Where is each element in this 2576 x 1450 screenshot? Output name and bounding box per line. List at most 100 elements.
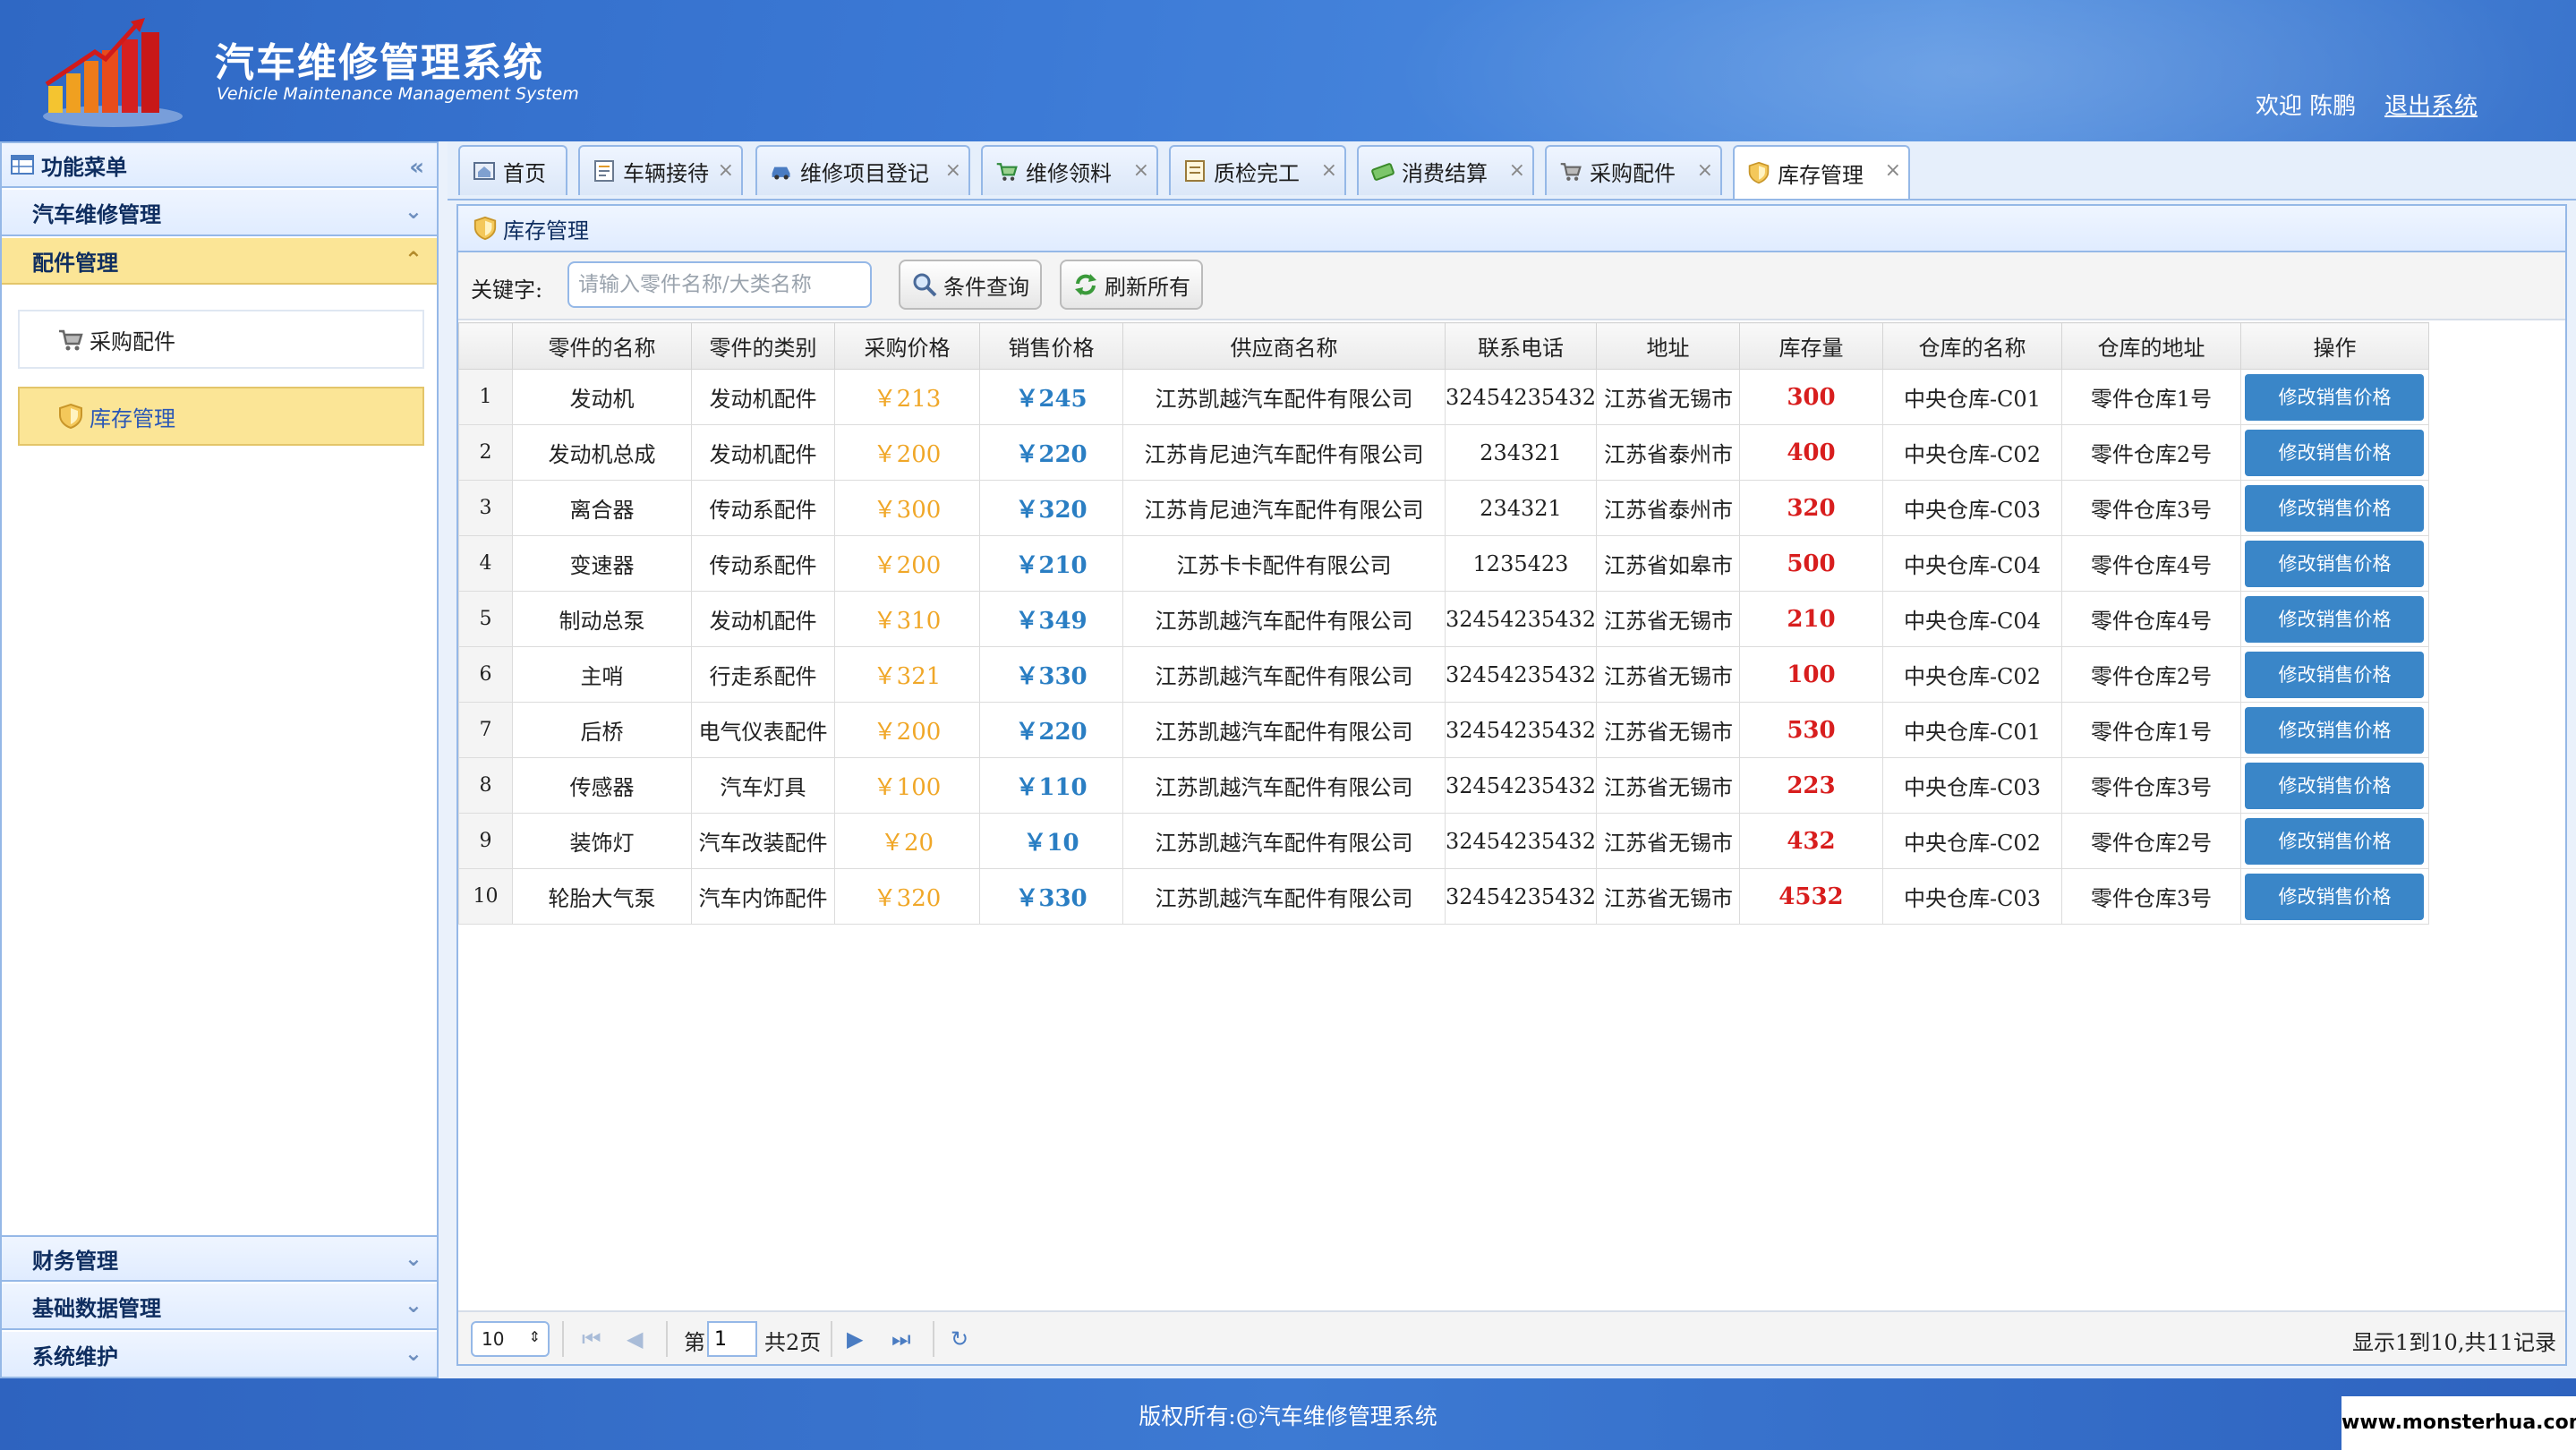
part-category: 汽车灯具	[691, 757, 835, 814]
prev-page-icon[interactable]: ◀	[627, 1326, 643, 1352]
column-header[interactable]: 仓库的名称	[1881, 322, 2062, 370]
part-category: 传动系配件	[691, 480, 835, 536]
stock-quantity: 300	[1738, 369, 1883, 425]
part-name: 发动机	[512, 369, 692, 425]
sale-price: ￥220	[979, 424, 1123, 481]
close-icon[interactable]: ×	[945, 159, 961, 182]
stock-quantity: 432	[1738, 813, 1883, 869]
close-icon[interactable]: ×	[1885, 159, 1901, 182]
part-name: 发动机总成	[512, 424, 692, 481]
last-page-icon[interactable]: ⏭	[891, 1326, 911, 1352]
close-icon[interactable]: ×	[1697, 159, 1713, 182]
edit-sale-price-button[interactable]: 修改销售价格	[2245, 651, 2425, 698]
sidebar-item-purchase-parts[interactable]: 采购配件	[18, 310, 424, 369]
edit-sale-price-button[interactable]: 修改销售价格	[2245, 429, 2425, 476]
car-icon	[772, 166, 790, 180]
tab-quality-check[interactable]: 质检完工 ×	[1169, 145, 1346, 195]
stock-quantity: 530	[1738, 702, 1883, 758]
contact-phone: 1235423	[1445, 535, 1597, 592]
action-cell: 修改销售价格	[2239, 480, 2429, 536]
first-page-icon[interactable]: ⏮	[582, 1326, 601, 1352]
table-row[interactable]: 8 传感器 汽车灯具 ￥100 ￥110 江苏凯越汽车配件有限公司 324542…	[458, 757, 2429, 814]
stock-quantity: 400	[1738, 424, 1883, 481]
column-header[interactable]: 联系电话	[1445, 322, 1597, 370]
edit-sale-price-button[interactable]: 修改销售价格	[2245, 373, 2425, 421]
action-cell: 修改销售价格	[2239, 813, 2429, 869]
close-icon[interactable]: ×	[718, 159, 734, 182]
table-row[interactable]: 7 后桥 电气仪表配件 ￥200 ￥220 江苏凯越汽车配件有限公司 32454…	[458, 702, 2429, 758]
table-row[interactable]: 3 离合器 传动系配件 ￥300 ￥320 江苏肯尼迪汽车配件有限公司 2343…	[458, 480, 2429, 536]
query-button[interactable]: 条件查询	[899, 260, 1042, 310]
column-header[interactable]: 供应商名称	[1122, 322, 1446, 370]
table-row[interactable]: 2 发动机总成 发动机配件 ￥200 ￥220 江苏肯尼迪汽车配件有限公司 23…	[458, 424, 2429, 481]
contact-phone: 32454235432	[1445, 757, 1597, 814]
next-page-icon[interactable]: ▶	[847, 1326, 863, 1352]
stock-quantity: 4532	[1738, 868, 1883, 925]
edit-sale-price-button[interactable]: 修改销售价格	[2245, 540, 2425, 587]
table-row[interactable]: 10 轮胎大气泵 汽车内饰配件 ￥320 ￥330 江苏凯越汽车配件有限公司 3…	[458, 868, 2429, 925]
part-category: 汽车内饰配件	[691, 868, 835, 925]
tab-settlement[interactable]: 消费结算 ×	[1357, 145, 1534, 195]
row-number: 4	[458, 535, 513, 592]
menu-group-system[interactable]: 系统维护 ⌄	[2, 1332, 437, 1378]
table-row[interactable]: 5 制动总泵 发动机配件 ￥310 ￥349 江苏凯越汽车配件有限公司 3245…	[458, 591, 2429, 647]
row-number: 2	[458, 424, 513, 481]
menu-group-basic-data[interactable]: 基础数据管理 ⌄	[2, 1284, 437, 1330]
home-icon	[473, 162, 495, 180]
edit-sale-price-button[interactable]: 修改销售价格	[2245, 817, 2425, 865]
page-size-select[interactable]: 10 ⇕	[471, 1321, 550, 1357]
table-row[interactable]: 9 装饰灯 汽车改装配件 ￥20 ￥10 江苏凯越汽车配件有限公司 324542…	[458, 813, 2429, 869]
keyword-input[interactable]	[567, 261, 872, 308]
column-header[interactable]: 零件的名称	[512, 322, 692, 370]
close-icon[interactable]: ×	[1133, 159, 1149, 182]
cart-icon	[996, 163, 1018, 181]
column-header[interactable]: 仓库的地址	[2060, 322, 2241, 370]
edit-sale-price-button[interactable]: 修改销售价格	[2245, 762, 2425, 809]
logout-link[interactable]: 退出系统	[2384, 88, 2478, 121]
column-header[interactable]: 销售价格	[979, 322, 1123, 370]
row-number: 1	[458, 369, 513, 425]
sale-price: ￥110	[979, 757, 1123, 814]
table-row[interactable]: 4 变速器 传动系配件 ￥200 ￥210 江苏卡卡配件有限公司 1235423…	[458, 535, 2429, 592]
address: 江苏省无锡市	[1595, 591, 1740, 647]
column-header[interactable]: 零件的类别	[691, 322, 835, 370]
address: 江苏省无锡市	[1595, 757, 1740, 814]
tab-vehicle-reception[interactable]: 车辆接待 ×	[578, 145, 743, 195]
table-row[interactable]: 1 发动机 发动机配件 ￥213 ￥245 江苏凯越汽车配件有限公司 32454…	[458, 369, 2429, 425]
collapse-left-icon[interactable]: «	[409, 154, 424, 181]
warehouse-name: 中央仓库-C02	[1881, 813, 2062, 869]
sale-price: ￥349	[979, 591, 1123, 647]
purchase-price: ￥213	[834, 369, 980, 425]
table-row[interactable]: 6 主哨 行走系配件 ￥321 ￥330 江苏凯越汽车配件有限公司 324542…	[458, 646, 2429, 703]
close-icon[interactable]: ×	[1321, 159, 1337, 182]
panel-header: 库存管理	[458, 206, 2565, 252]
tab-parts-requisition[interactable]: 维修领料 ×	[981, 145, 1158, 195]
tab-inventory[interactable]: 库存管理 ×	[1733, 145, 1910, 199]
edit-sale-price-button[interactable]: 修改销售价格	[2245, 595, 2425, 643]
address: 江苏省无锡市	[1595, 369, 1740, 425]
edit-sale-price-button[interactable]: 修改销售价格	[2245, 484, 2425, 532]
column-header[interactable]: 地址	[1595, 322, 1740, 370]
menu-group-finance[interactable]: 财务管理 ⌄	[2, 1235, 437, 1282]
sidebar-item-inventory[interactable]: 库存管理	[18, 387, 424, 446]
warehouse-address: 零件仓库1号	[2060, 702, 2241, 758]
menu-group-parts[interactable]: 配件管理 ⌃	[2, 238, 437, 285]
row-number: 8	[458, 757, 513, 814]
check-icon	[1185, 160, 1205, 182]
column-header[interactable]: 库存量	[1738, 322, 1883, 370]
row-number: 7	[458, 702, 513, 758]
tab-purchase-parts[interactable]: 采购配件 ×	[1545, 145, 1722, 195]
column-header[interactable]: 采购价格	[834, 322, 980, 370]
edit-sale-price-button[interactable]: 修改销售价格	[2245, 873, 2425, 920]
column-header[interactable]: 操作	[2239, 322, 2429, 370]
page-number-input[interactable]	[707, 1321, 757, 1357]
menu-group-vehicle-repair[interactable]: 汽车维修管理 ⌄	[2, 190, 437, 236]
refresh-all-button[interactable]: 刷新所有	[1060, 260, 1203, 310]
reload-icon[interactable]: ↻	[951, 1326, 968, 1352]
close-icon[interactable]: ×	[1509, 159, 1525, 182]
warehouse-address: 零件仓库3号	[2060, 757, 2241, 814]
tab-repair-registration[interactable]: 维修项目登记 ×	[755, 145, 970, 195]
chevron-double-up-icon: ⌃	[404, 247, 422, 272]
tab-home[interactable]: 首页	[458, 145, 567, 195]
edit-sale-price-button[interactable]: 修改销售价格	[2245, 706, 2425, 754]
